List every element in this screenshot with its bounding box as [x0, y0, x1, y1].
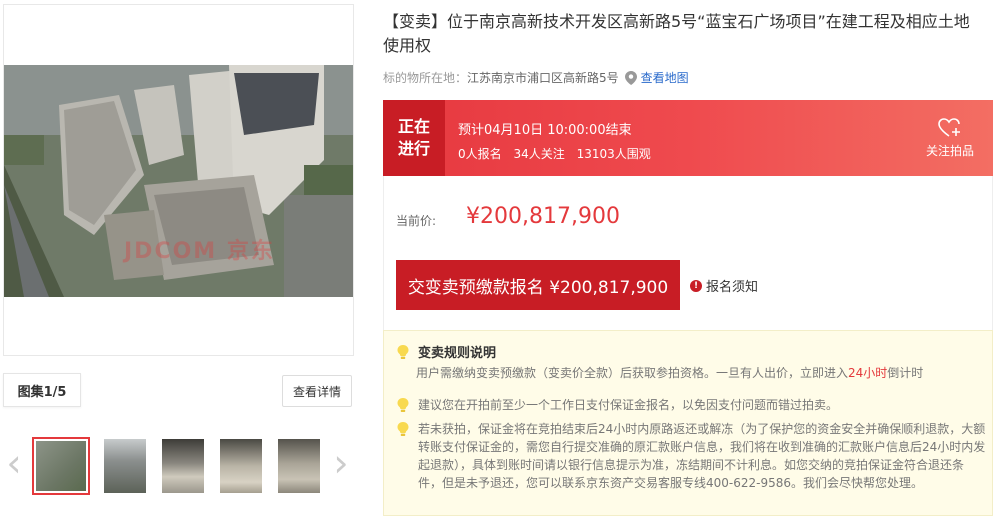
auction-status-bar: 正在 进行 预计04月10日 10:00:00结束 0人报名 34人关注 131… — [383, 100, 993, 176]
status-line-2: 进行 — [397, 139, 430, 158]
view-details-button[interactable]: 查看详情 — [282, 375, 352, 407]
rules-panel: 变卖规则说明 用户需缴纳变卖预缴款（变卖价全款）后获取参拍资格。一旦有人出价，立… — [383, 330, 993, 516]
view-map-link[interactable]: 查看地图 — [641, 69, 689, 86]
location-label: 标的物所在地： — [383, 71, 468, 85]
follow-count: 34人关注 — [513, 147, 565, 161]
rule-deposit-text-end: 倒计时 — [887, 366, 924, 380]
follow-label: 关注拍品 — [925, 144, 974, 158]
thumbnail-strip — [32, 437, 328, 495]
main-property-photo[interactable]: JDCOM 京东 — [4, 65, 353, 297]
follow-button[interactable]: 关注拍品 — [920, 118, 980, 159]
prev-arrow-icon[interactable]: ‹ — [3, 444, 25, 485]
status-line-1: 正在 — [397, 117, 430, 136]
lightbulb-icon — [397, 398, 409, 412]
deposit-apply-button[interactable]: 交变卖预缴款报名 ¥200,817,900 — [396, 260, 680, 310]
info-icon: ! — [690, 279, 702, 292]
heart-plus-icon — [938, 118, 960, 137]
main-image-frame: JDCOM 京东 — [3, 4, 354, 356]
rule-deposit-highlight: 24小时 — [848, 366, 888, 380]
rule-deposit: 用户需缴纳变卖预缴款（变卖价全款）后获取参拍资格。一旦有人出价，立即进入24小时… — [416, 364, 923, 381]
rule-advice-text: 建议您在开拍前至少一个工作日支付保证金报名，以免因支付问题而错过拍卖。 — [418, 398, 839, 412]
thumbnail-3[interactable] — [154, 437, 212, 495]
signup-notice-link[interactable]: ! 报名须知 — [690, 276, 758, 295]
signup-notice-label: 报名须知 — [706, 280, 759, 295]
location-address: 江苏南京市浦口区高新路5号 — [467, 71, 619, 85]
status-badge: 正在 进行 — [383, 100, 445, 176]
thumbnail-2[interactable] — [96, 437, 154, 495]
rule-refund-text: 若未获拍，保证金将在竞拍结束后24小时内原路返还或解冻（为了保护您的资金安全并确… — [418, 422, 986, 490]
rule-deposit-text: 用户需缴纳变卖预缴款（变卖价全款）后获取参拍资格。一旦有人出价，立即进入 — [416, 366, 849, 380]
item-title: 【变卖】位于南京高新技术开发区高新路5号“蓝宝石广场项目”在建工程及相应土地使用… — [383, 12, 970, 55]
price-section: 当前价: ¥200,817,900 交变卖预缴款报名 ¥200,817,900 … — [383, 176, 993, 330]
item-location: 标的物所在地： 江苏南京市浦口区高新路5号 查看地图 — [383, 69, 689, 86]
end-time: 预计04月10日 10:00:00结束 — [458, 123, 632, 138]
auction-counts: 0人报名 34人关注 13103人围观 — [458, 145, 659, 162]
rules-title-text: 变卖规则说明 — [418, 346, 497, 361]
signup-count: 0人报名 — [458, 147, 502, 161]
current-price-label: 当前价: — [396, 214, 437, 228]
current-price: ¥200,817,900 — [466, 204, 620, 229]
album-counter[interactable]: 图集1/5 — [3, 373, 81, 407]
rule-advice: 建议您在开拍前至少一个工作日支付保证金报名，以免因支付问题而错过拍卖。 — [396, 396, 838, 413]
rule-refund: 若未获拍，保证金将在竞拍结束后24小时内原路返还或解冻（为了保护您的资金安全并确… — [396, 420, 986, 492]
watermark-text: JDCOM 京东 — [124, 239, 275, 264]
lightbulb-icon — [397, 422, 409, 436]
thumbnail-1[interactable] — [32, 437, 90, 495]
thumbnail-4[interactable] — [212, 437, 270, 495]
viewer-count: 13103人围观 — [576, 147, 651, 161]
thumbnail-5[interactable] — [270, 437, 328, 495]
map-pin-icon — [624, 70, 637, 85]
rules-title: 变卖规则说明 — [396, 342, 496, 361]
next-arrow-icon[interactable]: › — [330, 444, 352, 485]
lightbulb-icon — [397, 344, 409, 359]
